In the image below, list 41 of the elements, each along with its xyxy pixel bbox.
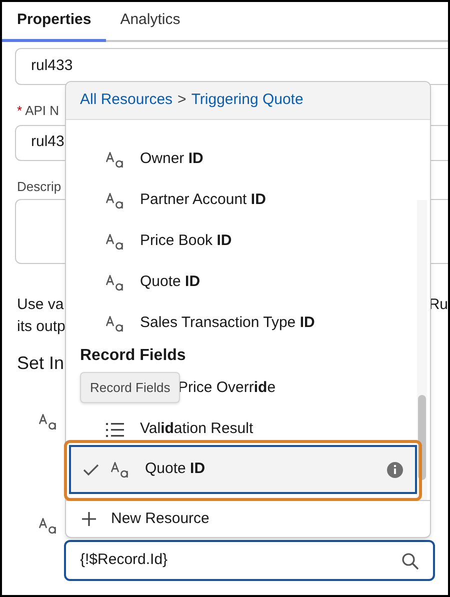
option-label: Partner Account ID <box>140 190 266 210</box>
checkmark-icon <box>83 464 99 476</box>
text-type-icon <box>39 518 57 534</box>
resource-option[interactable]: Quote ID <box>66 262 414 303</box>
resource-search-field[interactable]: {!$Record.Id} <box>64 540 435 581</box>
resource-option[interactable]: Owner ID <box>66 139 414 180</box>
text-type-icon <box>39 414 57 430</box>
resource-option[interactable]: Quote ID <box>69 445 417 494</box>
tooltip: Record Fields <box>80 372 180 403</box>
info-icon[interactable] <box>387 462 403 478</box>
text-type-icon <box>111 462 129 478</box>
section-heading: Set In <box>17 352 64 375</box>
resource-option[interactable]: Price Book ID <box>66 221 414 262</box>
plus-icon <box>81 511 97 527</box>
breadcrumb-separator: > <box>178 90 186 110</box>
help-text: its outp <box>17 317 66 337</box>
breadcrumb-link[interactable]: Triggering Quote <box>191 89 304 112</box>
option-label: Sales Transaction Type ID <box>140 313 315 334</box>
option-label: Price Book ID <box>140 231 232 252</box>
field-label: Descrip <box>17 178 62 196</box>
new-resource-item[interactable]: New Resource <box>66 500 430 537</box>
field-label: API N <box>25 102 60 120</box>
list-icon <box>106 422 124 436</box>
group-heading: Record Fields <box>79 346 187 366</box>
text-type-icon <box>106 316 124 332</box>
option-label: Validation Result <box>140 419 254 440</box>
search-icon <box>401 552 419 570</box>
text-type-icon <box>106 274 124 290</box>
option-label: Quote ID <box>145 459 206 480</box>
help-text: Use va <box>17 295 65 315</box>
breadcrumb-link[interactable]: All Resources <box>80 89 173 112</box>
text-type-icon <box>106 234 124 250</box>
text-type-icon <box>106 192 124 208</box>
option-label: Quote ID <box>140 272 200 292</box>
resource-option[interactable]: Sales Transaction Type ID <box>66 303 414 344</box>
tab[interactable]: Properties <box>2 2 106 42</box>
text-type-icon <box>106 152 124 168</box>
option-label: Owner ID <box>140 149 204 170</box>
tab[interactable]: Analytics <box>106 2 194 42</box>
required-marker: * <box>17 102 22 120</box>
resource-option[interactable]: Partner Account ID <box>66 180 414 221</box>
